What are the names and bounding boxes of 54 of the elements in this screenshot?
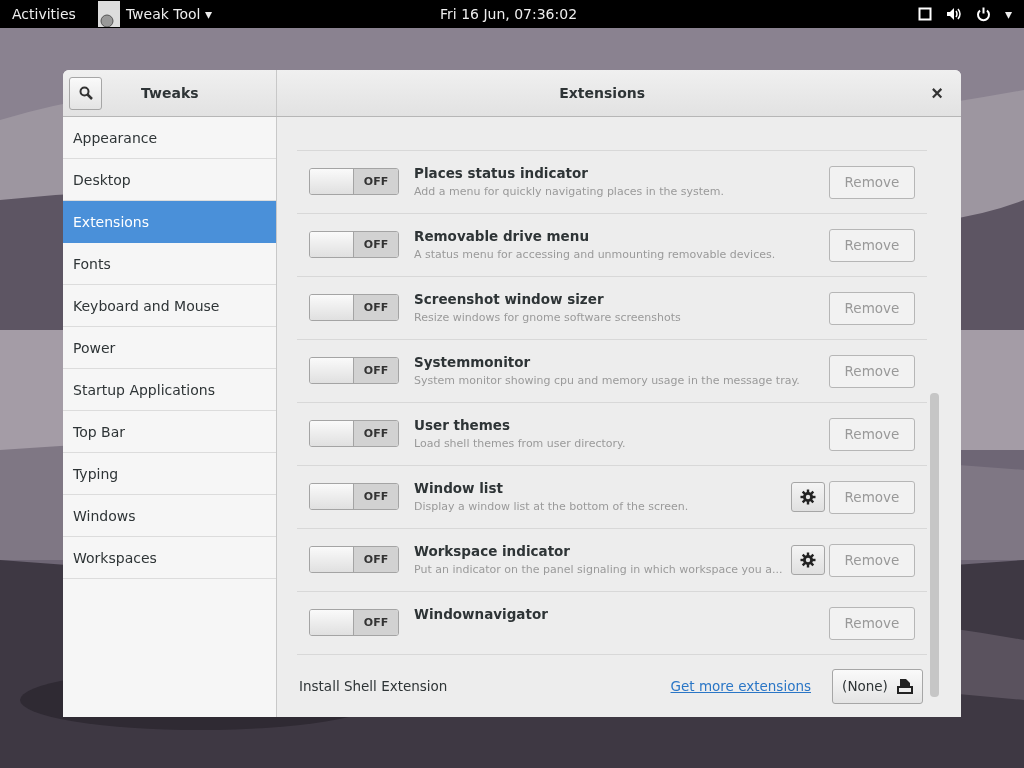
app-menu[interactable]: Tweak Tool ▾ (95, 1, 212, 27)
sidebar-item[interactable]: Power (63, 327, 276, 369)
extension-name: Windownavigator (414, 606, 549, 622)
extension-description: Resize windows for gnome software screenshots (414, 311, 682, 324)
file-chooser-button[interactable]: (None) (832, 668, 923, 704)
clock[interactable]: Fri 16 Jun, 07:36:02 (440, 6, 578, 22)
volume-icon[interactable] (945, 7, 962, 21)
toggle-switch[interactable]: OFF (309, 168, 399, 195)
sidebar-item[interactable]: Fonts (63, 243, 276, 285)
sidebar-item[interactable]: Startup Applications (63, 369, 276, 411)
extension-description: Display a window list at the bottom of the screen. (414, 500, 690, 513)
app-icon (95, 1, 122, 27)
sidebar-item[interactable]: Appearance (63, 117, 276, 159)
system-menu-caret[interactable]: ▾ (1004, 6, 1012, 22)
toggle-switch[interactable]: OFF (309, 546, 399, 573)
extension-description: Add a menu for quickly navigating places in the system. (414, 185, 726, 198)
sidebar-title: Tweaks (141, 85, 199, 101)
sidebar-item[interactable]: Keyboard and Mouse (63, 285, 276, 327)
extension-description: A status menu for accessing and unmounting removable devices. (414, 248, 777, 261)
window-icon[interactable] (917, 7, 932, 21)
power-icon[interactable] (975, 6, 991, 22)
extension-name: Places status indicator (414, 165, 589, 181)
close-button[interactable]: × (927, 81, 947, 105)
scrollbar-thumb[interactable] (930, 393, 939, 697)
toggle-switch[interactable]: OFF (309, 294, 399, 321)
sidebar-item[interactable]: Top Bar (63, 411, 276, 453)
extension-name: Workspace indicator (414, 543, 571, 559)
get-more-extensions-link[interactable]: Get more extensions (670, 678, 811, 694)
gear-icon (800, 552, 816, 568)
extension-name: Window list (414, 480, 504, 496)
extension-name: Screenshot window sizer (414, 291, 605, 307)
sidebar-item[interactable]: Windows (63, 495, 276, 537)
extension-description: Put an indicator on the panel signaling in which workspace you a... (414, 563, 784, 576)
toggle-switch[interactable]: OFF (309, 231, 399, 258)
install-label: Install Shell Extension (299, 678, 448, 694)
extension-name: Removable drive menu (414, 228, 590, 244)
sidebar-item[interactable]: Workspaces (63, 537, 276, 579)
extension-description: System monitor showing cpu and memory usage in the message tray. (414, 374, 801, 387)
gear-icon (800, 489, 816, 505)
search-button[interactable] (69, 76, 102, 110)
toggle-switch[interactable]: OFF (309, 609, 399, 636)
document-icon (896, 678, 913, 694)
extension-name: User themes (414, 417, 511, 433)
settings-button[interactable] (791, 482, 825, 512)
activities-button[interactable]: Activities (12, 6, 76, 22)
toggle-switch[interactable]: OFF (309, 483, 399, 510)
extension-description: Load shell themes from user directory. (414, 437, 627, 450)
sidebar-item[interactable]: Typing (63, 453, 276, 495)
search-icon (78, 86, 93, 100)
toggle-switch[interactable]: OFF (309, 420, 399, 447)
window-title: Extensions (558, 85, 647, 101)
settings-button[interactable] (791, 545, 825, 575)
extension-name: Systemmonitor (414, 354, 532, 370)
toggle-switch[interactable]: OFF (309, 357, 399, 384)
